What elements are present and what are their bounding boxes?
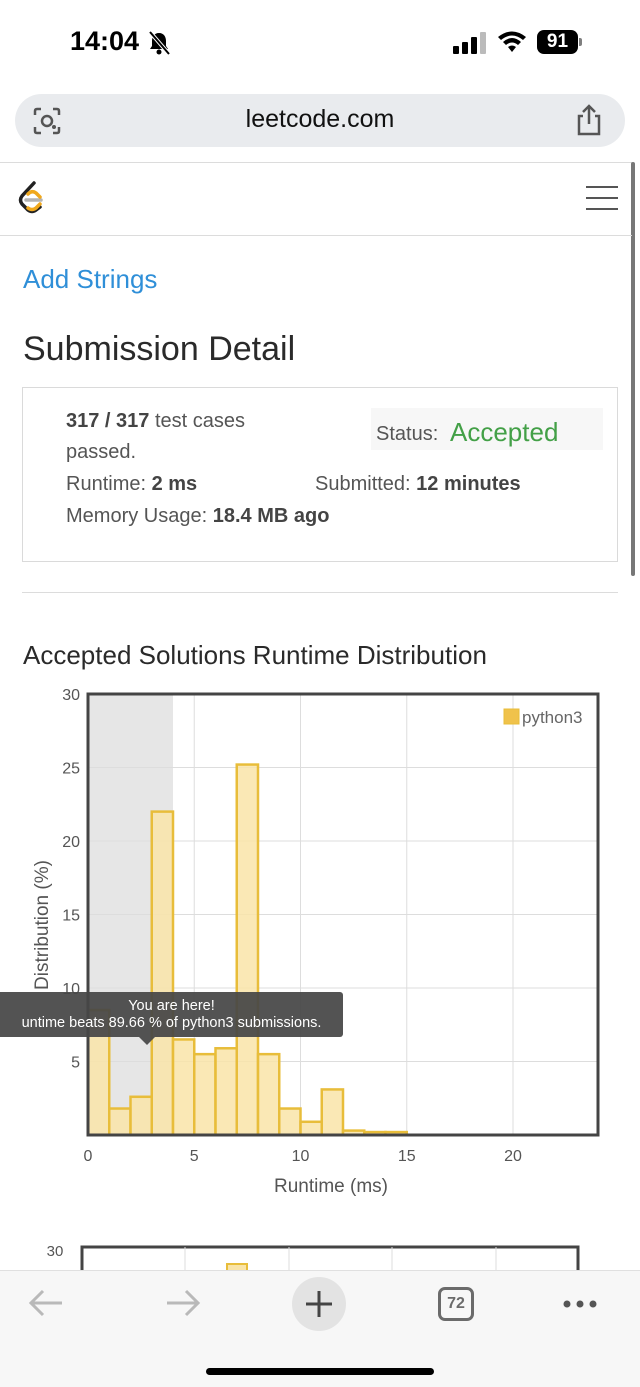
browser-toolbar: 72 [0,1270,640,1387]
url-text[interactable]: leetcode.com [15,105,625,134]
new-tab-button[interactable] [292,1277,346,1331]
x-tick-label: 0 [84,1148,93,1165]
submitted-value: 12 minutes [416,473,521,495]
status-accepted[interactable]: Accepted [450,417,558,448]
y-tick-label: 25 [62,761,80,778]
legend-swatch [503,708,520,725]
bell-slash-icon [148,30,171,56]
passed-count: 317 / 317 [66,410,150,432]
header-bottom-divider [0,235,632,236]
histogram-bar [299,1120,323,1137]
submitted-line: Submitted: 12 minutes [315,473,521,496]
status-label: Status: [376,423,439,445]
chart2-ytick-top: 30 [47,1243,64,1260]
y-tick-label: 15 [62,908,80,925]
address-bar[interactable]: leetcode.com [15,94,625,147]
runtime-label: Runtime: [66,473,152,495]
x-tick-label: 20 [504,1148,522,1165]
histogram-bar [193,1052,217,1137]
y-tick-label: 5 [71,1055,80,1072]
cellular-signal-icon [453,32,486,54]
more-options-icon[interactable] [562,1299,598,1309]
tab-count-button[interactable]: 72 [438,1287,474,1321]
tooltip-line1: You are here! [128,998,215,1014]
runtime-value: 2 ms [151,473,198,495]
page-title: Submission Detail [23,330,296,368]
histogram-bar [256,1052,281,1137]
tooltip-line2: untime beats 89.66 % of python3 submissi… [21,1015,322,1031]
histogram-bar [235,763,260,1137]
clock-time: 14:04 [70,26,140,56]
back-arrow-icon[interactable] [28,1288,64,1318]
x-tick-label: 5 [190,1148,199,1165]
tooltip-arrow [139,1037,155,1045]
section-divider [22,592,618,593]
status-bar: 14:04 91 [0,0,640,86]
plus-icon [306,1291,332,1317]
histogram-bar [150,810,175,1137]
passed-text: test cases [149,410,246,432]
y-tick-label: 20 [62,834,80,851]
memory-value: 18.4 MB ago [212,505,330,527]
leetcode-logo-icon[interactable] [16,180,48,216]
header-top-divider [0,162,632,163]
status-chip: Status: Accepted [371,408,603,450]
submission-summary-card: 317 / 317 test cases passed. Status: Acc… [22,387,618,562]
y-tick-label: 30 [62,687,80,704]
histogram-bar [171,1038,196,1137]
x-tick-label: 10 [292,1148,310,1165]
histogram-bar [214,1047,238,1137]
wifi-icon [498,31,526,52]
battery-indicator: 91 [537,30,583,54]
histogram-bar [320,1088,345,1137]
menu-hamburger-icon[interactable] [586,184,618,212]
x-axis-label: Runtime (ms) [274,1176,388,1197]
memory-label: Memory Usage: [66,505,213,527]
page-scrollbar[interactable] [631,162,635,576]
histogram-bar [108,1107,132,1137]
test-cases-line: 317 / 317 test cases [66,410,245,433]
runtime-line: Runtime: 2 ms [66,473,197,496]
share-icon[interactable] [574,104,604,136]
you-are-here-tooltip: You are here! untime beats 89.66 % of py… [0,992,343,1037]
passed-line2: passed. [66,441,137,463]
x-tick-label: 15 [398,1148,416,1165]
problem-link[interactable]: Add Strings [23,264,157,295]
legend-label: python3 [522,708,583,727]
histogram-bar [129,1095,153,1137]
submitted-label: Submitted: [315,473,417,495]
battery-tip [579,38,582,46]
home-indicator [206,1368,434,1375]
battery-level: 91 [537,30,578,54]
chart-title: Accepted Solutions Runtime Distribution [23,640,487,670]
runtime-distribution-chart: 0 5 10 15 2051015202530Runtime (ms)Distribut… [32,687,600,1197]
y-axis-label: Distribution (%) [32,860,53,990]
forward-arrow-icon[interactable] [165,1288,201,1318]
histogram-bar [278,1107,302,1137]
memory-line: Memory Usage: 18.4 MB ago [66,505,329,528]
